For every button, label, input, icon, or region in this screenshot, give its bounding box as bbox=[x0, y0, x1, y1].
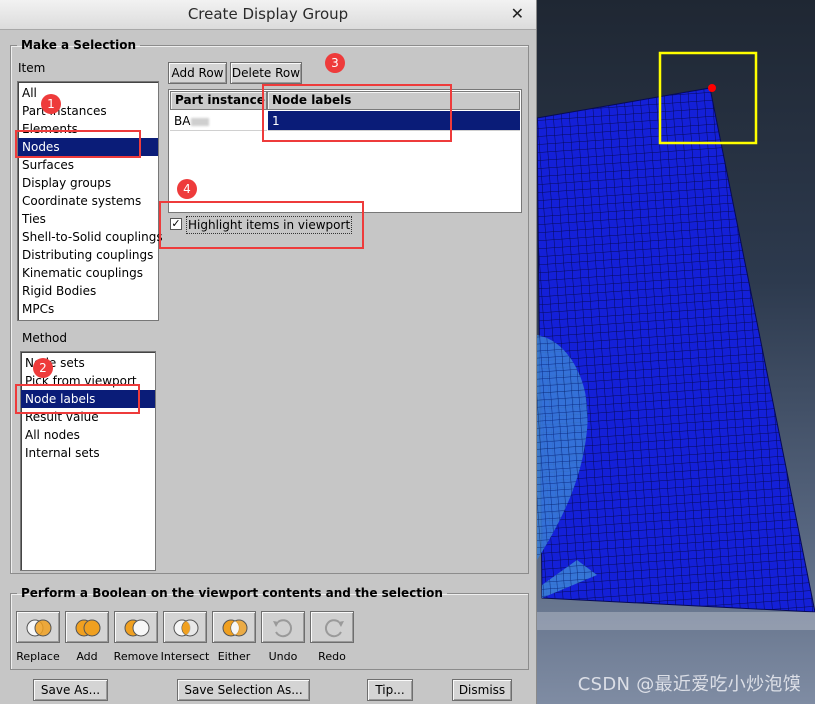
redo-label: Redo bbox=[318, 650, 346, 663]
intersect-button[interactable] bbox=[163, 611, 207, 643]
redacted-strip bbox=[537, 612, 815, 630]
watermark: CSDN @最近爱吃小炒泡馍 bbox=[577, 674, 801, 695]
boolean-group-title: Perform a Boolean on the viewport conten… bbox=[21, 586, 443, 600]
table-cell-part-instance[interactable]: BA bbox=[170, 111, 267, 131]
replace-icon bbox=[26, 619, 52, 637]
redo-icon bbox=[324, 619, 344, 638]
annotation-box-4 bbox=[159, 201, 364, 249]
annotation-box-3 bbox=[262, 84, 452, 142]
remove-button[interactable] bbox=[114, 611, 158, 643]
intersect-icon bbox=[173, 619, 199, 637]
save-selection-as-button[interactable]: Save Selection As... bbox=[177, 679, 310, 701]
node-marker bbox=[708, 84, 716, 92]
item-all[interactable]: All bbox=[18, 84, 158, 102]
mesh-plate bbox=[537, 87, 815, 613]
annotation-badge-2: 2 bbox=[33, 358, 53, 378]
redo-button[interactable] bbox=[310, 611, 354, 643]
item-coordinate-systems[interactable]: Coordinate systems bbox=[18, 192, 158, 210]
item-part-instances[interactable]: Part instances bbox=[18, 102, 158, 120]
annotation-badge-3: 3 bbox=[325, 53, 345, 73]
model-viewport[interactable]: CSDN @最近爱吃小炒泡馍 bbox=[537, 0, 815, 704]
dialog-title: Create Display Group bbox=[187, 5, 349, 23]
add-button[interactable] bbox=[65, 611, 109, 643]
delete-row-button[interactable]: Delete Row bbox=[230, 62, 302, 84]
item-label: Item bbox=[18, 61, 46, 75]
item-distributing-couplings[interactable]: Distributing couplings bbox=[18, 246, 158, 264]
item-mpcs[interactable]: MPCs bbox=[18, 300, 158, 318]
redacted-text bbox=[191, 117, 210, 126]
item-kinematic-couplings[interactable]: Kinematic couplings bbox=[18, 264, 158, 282]
tip-button[interactable]: Tip... bbox=[367, 679, 413, 701]
annotation-badge-1: 1 bbox=[41, 94, 61, 114]
item-surfaces[interactable]: Surfaces bbox=[18, 156, 158, 174]
dialog-titlebar: Create Display Group ✕ bbox=[0, 0, 536, 30]
mesh-view bbox=[537, 51, 815, 630]
method-label: Method bbox=[22, 331, 68, 345]
item-shell-to-solid-couplings[interactable]: Shell-to-Solid couplings bbox=[18, 228, 163, 246]
method-internal-sets[interactable]: Internal sets bbox=[21, 444, 155, 462]
dismiss-button[interactable]: Dismiss bbox=[452, 679, 512, 701]
annotation-box-2 bbox=[15, 384, 140, 414]
item-ties[interactable]: Ties bbox=[18, 210, 158, 228]
replace-button[interactable] bbox=[16, 611, 60, 643]
selection-group-title: Make a Selection bbox=[21, 38, 137, 52]
table-header-part-instance: Part instance bbox=[170, 91, 267, 110]
undo-icon bbox=[273, 619, 293, 638]
item-list[interactable]: All Part instances Elements Nodes Surfaces Di… bbox=[17, 81, 163, 321]
create-display-group-dialog: Create Display Group ✕ Make a Selection … bbox=[0, 0, 537, 704]
item-display-groups[interactable]: Display groups bbox=[18, 174, 158, 192]
add-row-button[interactable]: Add Row bbox=[168, 62, 227, 84]
undo-button[interactable] bbox=[261, 611, 305, 643]
add-icon bbox=[75, 619, 101, 637]
either-button[interactable] bbox=[212, 611, 256, 643]
part-instance-value: BA bbox=[174, 114, 191, 128]
remove-icon bbox=[124, 619, 150, 637]
either-icon bbox=[222, 619, 248, 637]
annotation-badge-4: 4 bbox=[177, 179, 197, 199]
save-as-button[interactable]: Save As... bbox=[33, 679, 108, 701]
method-all-nodes[interactable]: All nodes bbox=[21, 426, 155, 444]
item-rigid-bodies[interactable]: Rigid Bodies bbox=[18, 282, 158, 300]
annotation-box-1 bbox=[15, 130, 141, 158]
close-icon[interactable]: ✕ bbox=[511, 0, 524, 28]
